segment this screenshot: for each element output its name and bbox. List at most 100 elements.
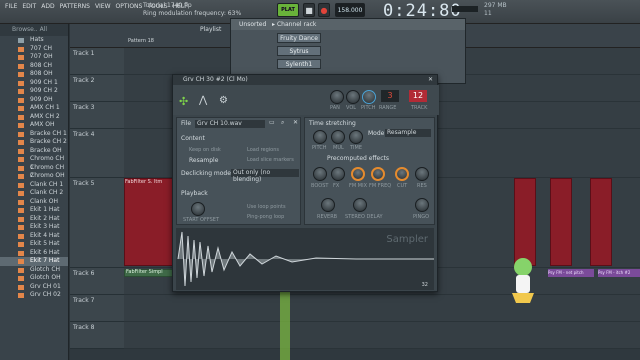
- browser-item[interactable]: Ekit 7 Hat: [0, 257, 68, 266]
- track-lane[interactable]: [124, 295, 640, 322]
- browser-item[interactable]: Grv CH 02: [0, 291, 68, 300]
- track-header[interactable]: Track 1: [70, 48, 124, 75]
- pc-fx-knob[interactable]: [331, 167, 345, 181]
- browser-item[interactable]: Chromo CH 2: [0, 164, 68, 179]
- browser-item[interactable]: AMX CH 2: [0, 113, 68, 122]
- track-header[interactable]: Track 6: [70, 268, 124, 295]
- channel-button-3[interactable]: Sylenth1: [277, 59, 321, 69]
- opt-loop-points[interactable]: Use loop points: [247, 204, 286, 210]
- menu-patterns[interactable]: PATTERNS: [59, 3, 91, 10]
- track-header[interactable]: Track 5: [70, 178, 124, 268]
- opt-load-slices[interactable]: Load slice markers: [247, 157, 294, 163]
- clip-purple-2[interactable]: Psy FM - itch #2: [598, 269, 640, 277]
- browser-item[interactable]: Chromo OH: [0, 172, 68, 181]
- opt-resample[interactable]: Resample: [189, 157, 218, 164]
- mode-select[interactable]: Resample: [385, 129, 431, 137]
- browser-item[interactable]: Ekit 6 Hat: [0, 249, 68, 258]
- menu-view[interactable]: VIEW: [94, 3, 112, 10]
- wrench-icon[interactable]: ⚙: [219, 95, 228, 106]
- file-field[interactable]: Grv CH 10.wav: [195, 120, 265, 128]
- browser-item[interactable]: Bracke CH 2: [0, 138, 68, 147]
- track-display[interactable]: 12: [409, 90, 427, 102]
- browser-item[interactable]: Clank CH 2: [0, 189, 68, 198]
- start-offset-knob[interactable]: [191, 202, 205, 216]
- folder-icon[interactable]: ▭: [269, 119, 275, 126]
- menu-edit[interactable]: EDIT: [21, 3, 37, 10]
- remove-icon[interactable]: ✕: [293, 119, 298, 126]
- opt-pingpong[interactable]: Ping-pong loop: [247, 214, 284, 220]
- browser-header[interactable]: Browse.. All: [0, 24, 68, 36]
- browser-item[interactable]: 707 CH: [0, 45, 68, 54]
- browser-item[interactable]: Glotch OH: [0, 274, 68, 283]
- ts-pitch-knob[interactable]: [313, 130, 327, 144]
- sampler-titlebar[interactable]: Grv CH 30 #2 (Cl Mo) ✕: [173, 75, 437, 85]
- pc-res-knob[interactable]: [415, 167, 429, 181]
- menu-add[interactable]: ADD: [40, 3, 55, 10]
- waveform-display[interactable]: Sampler 32: [176, 228, 434, 290]
- menu-options[interactable]: OPTIONS: [115, 3, 144, 10]
- clip-red-2[interactable]: [514, 178, 536, 266]
- browser-item[interactable]: Bracke CH 1: [0, 130, 68, 139]
- track-header[interactable]: Track 2: [70, 75, 124, 102]
- opt-load-regions[interactable]: Load regions: [247, 147, 279, 153]
- pc-boost-knob[interactable]: [313, 167, 327, 181]
- browser-item[interactable]: Chromo CH 1: [0, 155, 68, 171]
- channel-rack-title[interactable]: Unsorted ▸ Channel rack: [231, 19, 465, 30]
- browser-item[interactable]: Clank OH: [0, 198, 68, 207]
- channel-button-2[interactable]: Sytrus: [277, 46, 321, 56]
- pc-fmfreq-knob[interactable]: [371, 167, 385, 181]
- range-display[interactable]: 3: [381, 90, 399, 102]
- channel-button-1[interactable]: Fruity Dance: [277, 33, 321, 43]
- pc-delay-label: STEREO DELAY: [345, 214, 383, 220]
- browser-item[interactable]: Clank CH 1: [0, 181, 68, 190]
- channel-filter[interactable]: Unsorted: [239, 21, 266, 28]
- browser-item[interactable]: 808 CH: [0, 62, 68, 71]
- browser-item[interactable]: Glotch CH: [0, 266, 68, 275]
- track-header[interactable]: Track 7: [70, 295, 124, 322]
- pc-reverb-knob[interactable]: [321, 198, 335, 212]
- pc-fmmix-knob[interactable]: [351, 167, 365, 181]
- browser-item[interactable]: Hats: [0, 36, 68, 45]
- declick-select[interactable]: Out only (no blending): [231, 169, 299, 183]
- browser-item[interactable]: 808 OH: [0, 70, 68, 79]
- track-header[interactable]: Track 3: [70, 102, 124, 129]
- pc-delay-knob[interactable]: [353, 198, 367, 212]
- tempo-display[interactable]: 158.000: [335, 3, 365, 17]
- browser-item[interactable]: 909 CH 1: [0, 79, 68, 88]
- pc-cut-knob[interactable]: [395, 167, 409, 181]
- browser-item[interactable]: AMX CH 1: [0, 104, 68, 113]
- volume-knob[interactable]: [346, 90, 360, 104]
- search-icon[interactable]: ⌕: [281, 119, 284, 127]
- menu-file[interactable]: FILE: [4, 3, 18, 10]
- browser-item[interactable]: Ekit 1 Hat: [0, 206, 68, 215]
- record-button[interactable]: ●: [318, 3, 330, 17]
- plugin-icon[interactable]: ✣: [179, 95, 188, 108]
- opt-keep-on-disk[interactable]: Keep on disk: [189, 147, 221, 153]
- browser-item[interactable]: Ekit 5 Hat: [0, 240, 68, 249]
- clip-purple-1[interactable]: Psy FM - net pitch: [548, 269, 594, 277]
- track-header[interactable]: Track 4: [70, 129, 124, 178]
- track-header[interactable]: Track 8: [70, 322, 124, 349]
- ts-time-knob[interactable]: [349, 130, 363, 144]
- browser-item[interactable]: 909 CH 2: [0, 87, 68, 96]
- pitch-knob[interactable]: [362, 90, 376, 104]
- ts-mul-knob[interactable]: [331, 130, 345, 144]
- browser-item[interactable]: Bracke OH: [0, 147, 68, 156]
- pc-pingo-knob[interactable]: [415, 198, 429, 212]
- envelope-icon[interactable]: ⋀: [199, 95, 207, 106]
- play-button[interactable]: PLAT: [277, 3, 299, 17]
- stop-button[interactable]: ■: [303, 3, 315, 17]
- browser-item[interactable]: AMX OH: [0, 121, 68, 130]
- browser-item[interactable]: Ekit 3 Hat: [0, 223, 68, 232]
- browser-item[interactable]: 909 OH: [0, 96, 68, 105]
- start-offset-label: START OFFSET: [183, 217, 220, 223]
- clip-red-4[interactable]: [590, 178, 612, 266]
- browser-item[interactable]: Ekit 4 Hat: [0, 232, 68, 241]
- pan-knob[interactable]: [330, 90, 344, 104]
- close-icon[interactable]: ✕: [428, 75, 433, 85]
- clip-red-3[interactable]: [550, 178, 572, 266]
- track-lane[interactable]: [124, 322, 640, 349]
- browser-item[interactable]: Ekit 2 Hat: [0, 215, 68, 224]
- browser-item[interactable]: 707 OH: [0, 53, 68, 62]
- browser-item[interactable]: Grv CH 01: [0, 283, 68, 292]
